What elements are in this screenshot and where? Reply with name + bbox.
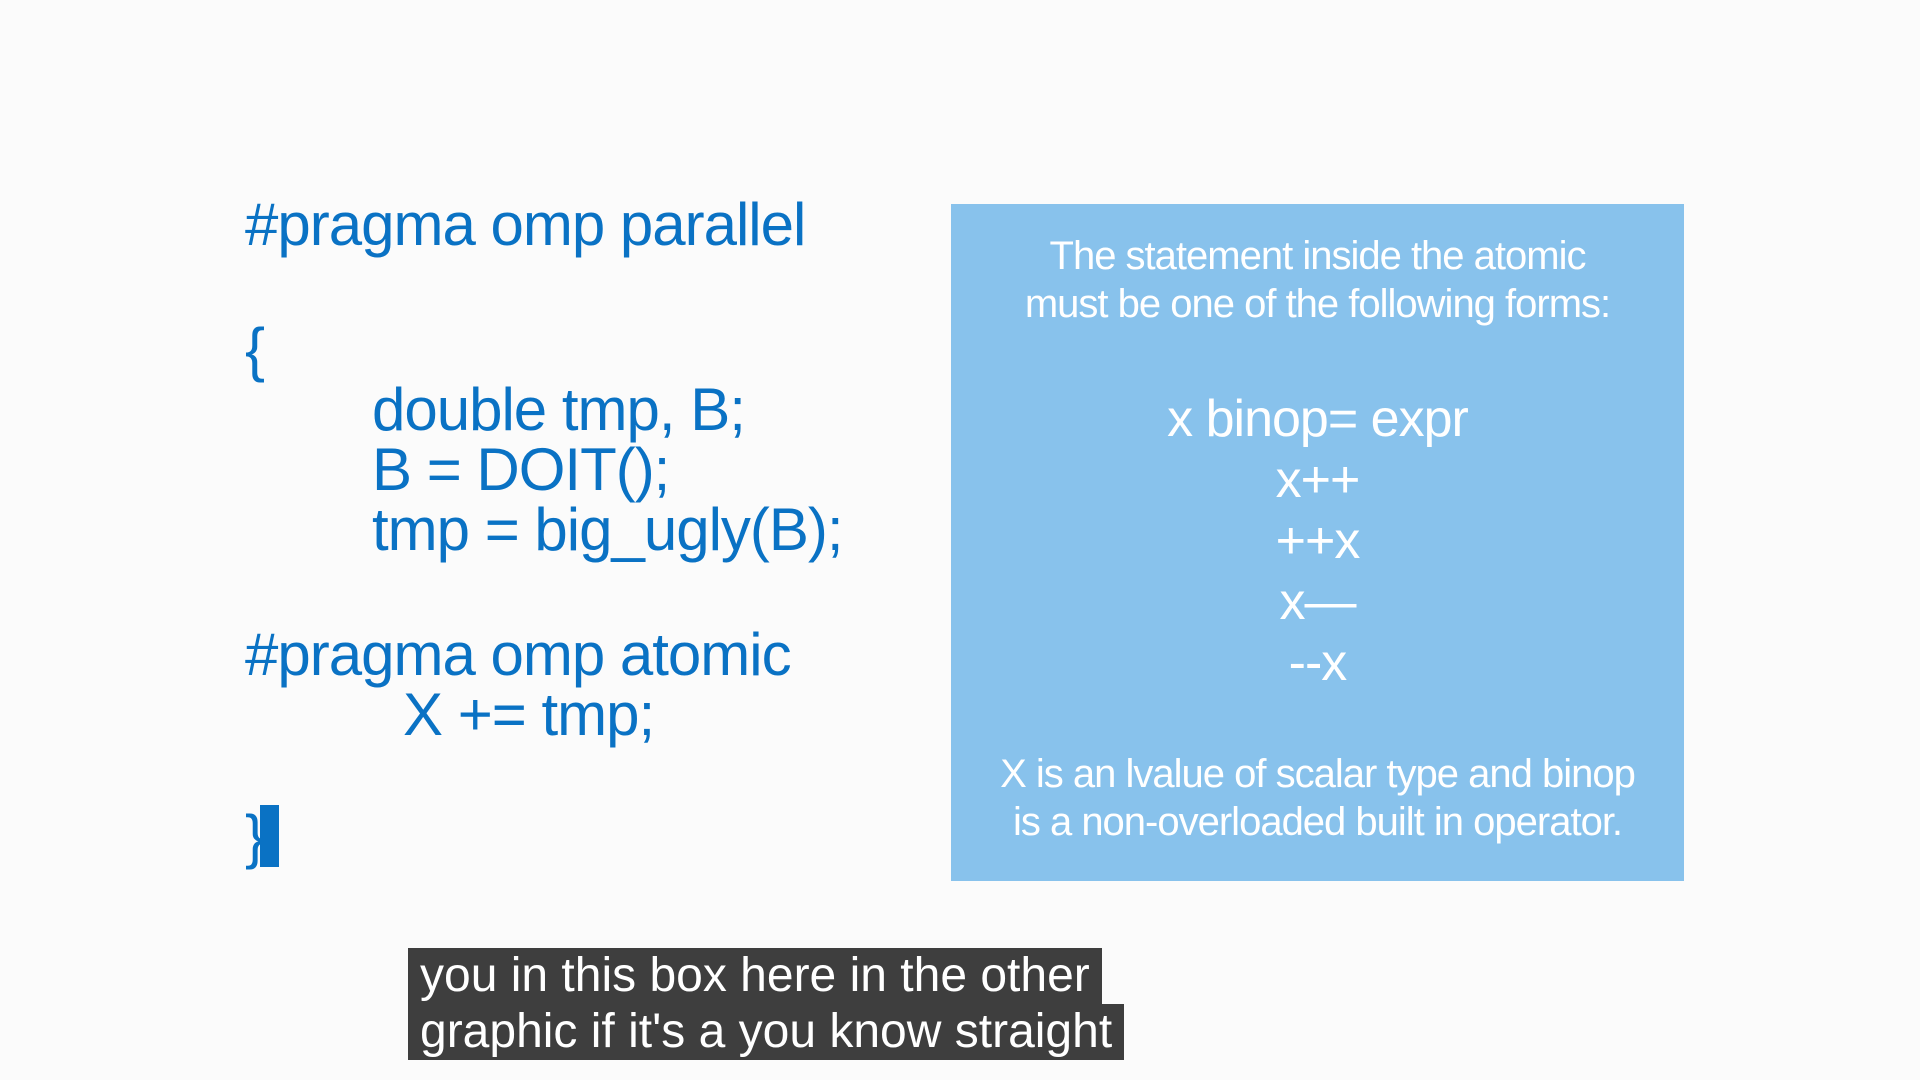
form-pre-increment: ++x — [1275, 512, 1361, 570]
video-frame: #pragma omp parallel { double tmp, B; B … — [0, 0, 1920, 1080]
text-cursor — [260, 805, 280, 867]
info-footer-line-1: X is an lvalue of scalar type and binop — [1000, 752, 1636, 796]
assignment-line: B = DOIT(); — [372, 436, 670, 503]
form-pre-decrement: --x — [1288, 634, 1348, 692]
close-brace-line: } — [245, 805, 280, 867]
atomic-forms-list: x binop= expr x++ ++x x— --x — [951, 389, 1684, 694]
code-listing: #pragma omp parallel { double tmp, B; B … — [245, 195, 925, 895]
info-header-line-1: The statement inside the atomic — [1049, 234, 1587, 278]
info-box-header: The statement inside the atomic must be … — [951, 232, 1684, 328]
closed-captions: you in this box here in the other graphi… — [408, 948, 1125, 1060]
pragma-atomic-line: #pragma omp atomic — [245, 621, 792, 688]
declaration-line: double tmp, B; — [372, 376, 746, 443]
atomic-forms-info-box: The statement inside the atomic must be … — [951, 204, 1684, 881]
form-binop-assign: x binop= expr — [1167, 390, 1469, 448]
atomic-update-line: X += tmp; — [403, 681, 655, 748]
caption-line-1: you in this box here in the other — [408, 948, 1102, 1004]
pragma-parallel-line: #pragma omp parallel — [245, 191, 806, 258]
function-call-line: tmp = big_ugly(B); — [372, 496, 844, 563]
info-header-line-2: must be one of the following forms: — [1024, 282, 1611, 326]
info-footer-line-2: is a non-overloaded built in operator. — [1012, 800, 1623, 844]
open-brace-line: { — [245, 316, 265, 383]
form-post-increment: x++ — [1275, 451, 1361, 509]
caption-line-2: graphic if it's a you know straight — [408, 1004, 1125, 1060]
info-box-footer: X is an lvalue of scalar type and binop … — [951, 750, 1684, 846]
form-post-decrement: x— — [1279, 573, 1357, 631]
